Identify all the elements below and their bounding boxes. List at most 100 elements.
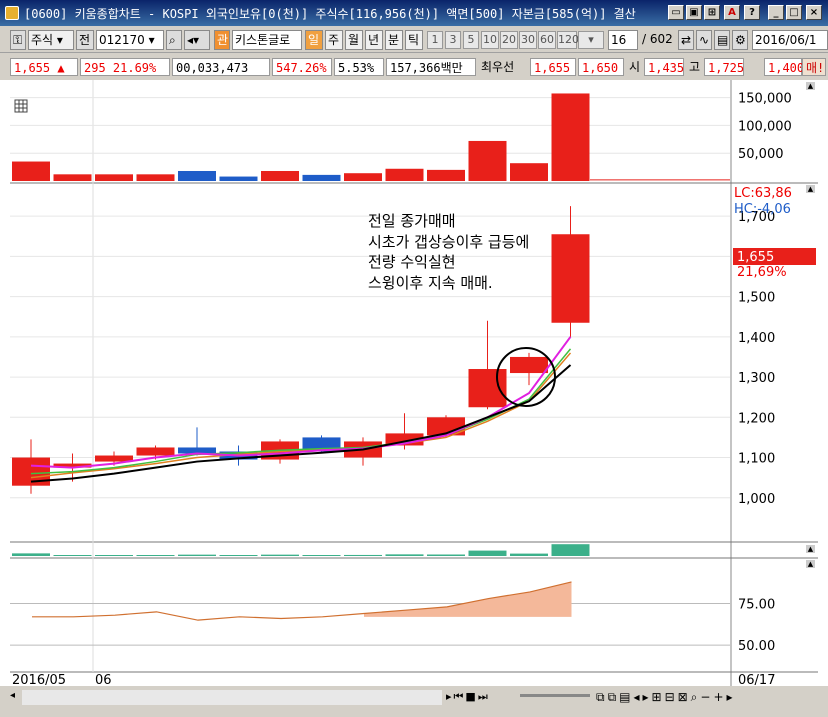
interval-10-button[interactable]: 10 (481, 31, 499, 49)
playback-controls[interactable]: ▸⏮■⏭ (446, 690, 516, 705)
best-ask: 1,655 (530, 58, 576, 76)
search-icon[interactable]: ⌕ (166, 30, 182, 50)
volume-ratio: 547.26% (272, 58, 332, 76)
price-tick-label: 1,500 (738, 291, 775, 306)
speaker-icon[interactable]: ◂▾ (184, 30, 210, 50)
mini-volume-bar (551, 544, 590, 556)
interval-1-button[interactable]: 1 (427, 31, 443, 49)
period-minute-button[interactable]: 분 (385, 30, 403, 50)
interval-3-button[interactable]: 3 (445, 31, 461, 49)
volume-bar (95, 174, 133, 181)
current-pct-tag: 21,69% (737, 265, 787, 280)
period-tick-button[interactable]: 틱 (405, 30, 423, 50)
window-tile-icon[interactable]: ▣ (686, 5, 702, 20)
exchange-icon[interactable]: 관 (214, 30, 230, 50)
mini-volume-bar (53, 555, 92, 556)
chart-area[interactable]: 150,000100,00050,000 1,7001,6001,5001,40… (0, 80, 828, 688)
volume-bar (385, 168, 424, 181)
date-end: 06/17 (738, 673, 775, 686)
indicator-icon[interactable]: ∿ (696, 30, 712, 50)
stock-name: 키스톤글로 (232, 30, 302, 50)
toolbar: ⚿ 주식 ▾ 전 012170 ▾ ⌕ ◂▾ 관 키스톤글로 일 주 월 년 분… (0, 27, 828, 53)
chart-type-icon[interactable]: ⇄ (678, 30, 694, 50)
scroll-left-icon[interactable]: ◂ (10, 690, 22, 705)
interval-120-button[interactable]: 120 (557, 31, 579, 49)
pin-icon[interactable]: ⊞ (704, 5, 720, 20)
alert-icon[interactable]: A (724, 5, 740, 20)
price-tick-label: 1,000 (738, 492, 775, 507)
volume-bar (468, 140, 507, 181)
scroll-track[interactable] (22, 690, 442, 705)
indicator-tick-label: 50.00 (738, 639, 775, 654)
volume-bar (136, 174, 175, 181)
date-start: 2016/05 (12, 673, 66, 686)
high-label: 고 (686, 58, 704, 76)
volume-bar (551, 93, 590, 181)
volume-tick-label: 100,000 (738, 119, 792, 134)
low-label-2 (746, 58, 764, 76)
total-count: / 602 (642, 32, 673, 46)
chart-tools[interactable]: ⧉⧉▤◂▸⊞⊟⊠⌕−+▸ (596, 690, 828, 705)
period-daily-button[interactable]: 일 (305, 30, 323, 50)
best-bid: 1,650 (578, 58, 624, 76)
panel-collapse-icon-4[interactable]: ▲ (806, 185, 815, 193)
stock-code-value: 012170 (99, 33, 145, 47)
jeon-button[interactable]: 전 (76, 30, 94, 50)
period-monthly-button[interactable]: 월 (345, 30, 363, 50)
lc-label: LC:63,86 (734, 186, 792, 201)
trade-volume: 00,033,473 (172, 58, 270, 76)
price-change: 295 21.69% (80, 58, 170, 76)
candle-body (136, 447, 175, 456)
help-icon[interactable]: ? (744, 5, 760, 20)
volume-bar (510, 163, 548, 181)
mini-volume-bar (510, 553, 548, 556)
maximize-icon[interactable]: □ (786, 5, 802, 20)
interval-20-button[interactable]: 20 (500, 31, 518, 49)
scroll-bar[interactable]: ◂ ▸⏮■⏭ ⧉⧉▤◂▸⊞⊟⊠⌕−+▸ (0, 688, 828, 717)
mini-volume-bar (12, 553, 50, 556)
count-input[interactable]: 16 (608, 30, 638, 50)
period-yearly-button[interactable]: 년 (365, 30, 383, 50)
window-options-icon[interactable]: ▭ (668, 5, 684, 20)
price-tick-label: 1,300 (738, 371, 775, 386)
turnover-rate: 5.53% (334, 58, 384, 76)
panel-collapse-icon-3[interactable]: ▲ (806, 82, 815, 90)
annotation-line-3: 전량 수익실현 (368, 253, 456, 271)
panel-collapse-icon-2[interactable]: ▲ (806, 560, 815, 568)
save-icon[interactable]: ▤ (714, 30, 730, 50)
period-weekly-button[interactable]: 주 (325, 30, 343, 50)
interval-30-button[interactable]: 30 (519, 31, 537, 49)
mini-volume-bar (344, 554, 382, 556)
current-price-tag-value: 1,655 (737, 250, 774, 265)
mini-volume-bar (95, 555, 133, 556)
market-type-select[interactable]: 주식 ▾ (28, 30, 74, 50)
mini-volume-bar (468, 550, 507, 556)
annotation-line-2: 시초가 갭상승이후 급등에 (368, 233, 529, 251)
interval-dropdown[interactable]: ▾ (578, 31, 604, 49)
mini-volume-bar (302, 555, 341, 556)
indicator-tick-label: 75.00 (738, 598, 775, 613)
volume-tick-label: 50,000 (738, 147, 784, 162)
mini-volume-bar (178, 554, 216, 556)
interval-60-button[interactable]: 60 (538, 31, 556, 49)
volume-bar (12, 161, 50, 181)
interval-5-button[interactable]: 5 (463, 31, 479, 49)
best-label: 최우선 (478, 58, 528, 76)
hc-label: HC:-4,06 (734, 202, 791, 217)
volume-bar (302, 174, 341, 181)
title-bar: [0600] 키움종합차트 - KOSPI 외국인보유[0(천)] 주식수[11… (0, 0, 828, 26)
date-mid: 06 (95, 673, 112, 686)
stock-code-input[interactable]: 012170 ▾ (96, 30, 164, 50)
settings-icon[interactable]: ⚙ (732, 30, 748, 50)
candle-body (510, 356, 548, 374)
sell-button[interactable]: 매! (802, 58, 826, 76)
close-icon[interactable]: × (806, 5, 822, 20)
date-input[interactable]: 2016/06/1 (752, 30, 828, 50)
current-price: 1,655 ▲ (10, 58, 78, 76)
open-label: 시 (626, 58, 644, 76)
minimize-icon[interactable]: _ (768, 5, 784, 20)
panel-collapse-icon[interactable]: ▲ (806, 545, 815, 553)
zoom-slider[interactable] (520, 694, 590, 697)
lock-icon[interactable]: ⚿ (10, 30, 26, 50)
volume-bar (344, 173, 382, 181)
